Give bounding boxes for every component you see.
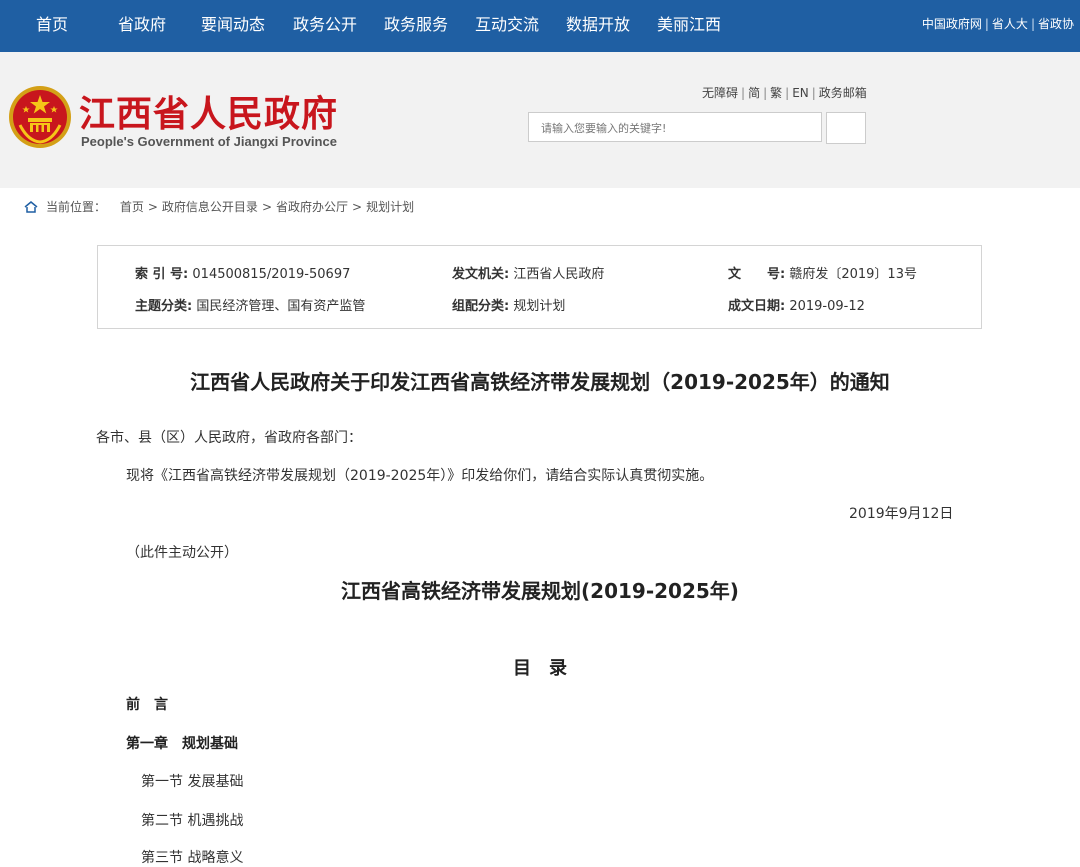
nav-gov-affairs-open[interactable]: 政务公开 <box>293 0 357 52</box>
salutation: 各市、县（区）人民政府，省政府各部门： <box>96 430 362 446</box>
meta-topic-label: 主题分类: <box>135 299 193 314</box>
article-title: 江西省人民政府关于印发江西省高铁经济带发展规划（2019-2025年）的通知 <box>190 370 890 394</box>
document-metadata: 索 引 号: 014500815/2019-50697 发文机关: 江西省人民政… <box>97 245 982 329</box>
breadcrumb: 当前位置： 首页 > 政府信息公开目录 > 省政府办公厅 > 规划计划 <box>24 198 414 215</box>
meta-category: 组配分类: 规划计划 <box>452 295 565 314</box>
divider: | <box>785 86 790 100</box>
breadcrumb-general-office[interactable]: 省政府办公厅 <box>276 200 348 214</box>
issue-date: 2019年9月12日 <box>849 506 954 522</box>
breadcrumb-separator: > <box>261 200 272 214</box>
divider: | <box>984 17 989 31</box>
public-note: （此件主动公开） <box>126 545 238 561</box>
divider: | <box>741 86 746 100</box>
link-provincial-congress[interactable]: 省人大 <box>992 17 1028 31</box>
meta-topic-value: 国民经济管理、国有资产监管 <box>196 299 366 314</box>
toc-item-section1[interactable]: 第一节 发展基础 <box>141 771 243 791</box>
toc-item-preface[interactable]: 前 言 <box>126 694 168 714</box>
meta-issuer: 发文机关: 江西省人民政府 <box>452 263 604 282</box>
link-english[interactable]: EN <box>792 86 809 100</box>
meta-issuer-label: 发文机关: <box>452 267 510 282</box>
meta-date-label: 成文日期: <box>728 299 786 314</box>
nav-provincial-gov[interactable]: 省政府 <box>118 0 166 52</box>
body-paragraph: 现将《江西省高铁经济带发展规划（2019-2025年）》印发给你们，请结合实际认… <box>126 468 714 484</box>
breadcrumb-home[interactable]: 首页 <box>120 200 144 214</box>
meta-date: 成文日期: 2019-09-12 <box>728 295 865 314</box>
meta-date-value: 2019-09-12 <box>789 299 865 314</box>
home-icon <box>24 201 38 213</box>
national-emblem-icon <box>9 86 71 148</box>
site-header: 江西省人民政府 People's Government of Jiangxi P… <box>0 52 1080 188</box>
meta-category-value: 规划计划 <box>513 299 566 314</box>
meta-docno-value: 赣府发〔2019〕13号 <box>789 267 917 282</box>
site-title[interactable]: 江西省人民政府 <box>79 85 338 137</box>
plan-title: 江西省高铁经济带发展规划(2019-2025年) <box>341 579 739 603</box>
divider: | <box>811 86 816 100</box>
search-input[interactable] <box>539 113 815 143</box>
breadcrumb-separator: > <box>147 200 158 214</box>
toc-item-section3[interactable]: 第三节 战略意义 <box>141 847 243 867</box>
nav-beautiful-jiangxi[interactable]: 美丽江西 <box>657 0 721 52</box>
nav-open-data[interactable]: 数据开放 <box>566 0 630 52</box>
search-button[interactable] <box>826 112 866 144</box>
divider: | <box>1030 17 1035 31</box>
external-links: 中国政府网 | 省人大 | 省政协 <box>922 0 1074 52</box>
link-simplified[interactable]: 简 <box>748 86 760 100</box>
toc-title: 目 录 <box>513 658 567 679</box>
divider: | <box>763 86 768 100</box>
breadcrumb-label: 当前位置： <box>46 200 107 214</box>
meta-issuer-value: 江西省人民政府 <box>513 267 605 282</box>
link-gov-mailbox[interactable]: 政务邮箱 <box>819 86 867 100</box>
site-subtitle: People's Government of Jiangxi Province <box>81 134 337 149</box>
nav-interaction[interactable]: 互动交流 <box>475 0 539 52</box>
toc-item-section2[interactable]: 第二节 机遇挑战 <box>141 810 243 830</box>
nav-home[interactable]: 首页 <box>36 0 68 52</box>
meta-docno-label: 文 号: <box>728 267 786 282</box>
link-china-gov[interactable]: 中国政府网 <box>922 17 982 31</box>
top-navigation: 首页 省政府 要闻动态 政务公开 政务服务 互动交流 数据开放 美丽江西 中国政… <box>0 0 1080 52</box>
utility-links: 无障碍 | 简 | 繁 | EN | 政务邮箱 <box>702 84 867 101</box>
toc-item-chapter1[interactable]: 第一章 规划基础 <box>126 733 238 753</box>
nav-news[interactable]: 要闻动态 <box>201 0 265 52</box>
link-traditional[interactable]: 繁 <box>770 86 782 100</box>
link-accessibility[interactable]: 无障碍 <box>702 86 738 100</box>
meta-category-label: 组配分类: <box>452 299 510 314</box>
meta-topic: 主题分类: 国民经济管理、国有资产监管 <box>135 295 365 314</box>
breadcrumb-info-catalog[interactable]: 政府信息公开目录 <box>162 200 258 214</box>
nav-gov-services[interactable]: 政务服务 <box>384 0 448 52</box>
link-cppcc[interactable]: 省政协 <box>1038 17 1074 31</box>
meta-index: 索 引 号: 014500815/2019-50697 <box>135 263 350 282</box>
meta-docno: 文 号: 赣府发〔2019〕13号 <box>728 263 917 282</box>
breadcrumb-planning[interactable]: 规划计划 <box>366 200 414 214</box>
meta-index-label: 索 引 号: <box>135 267 189 282</box>
breadcrumb-separator: > <box>352 200 363 214</box>
search-box <box>528 112 822 143</box>
meta-index-value: 014500815/2019-50697 <box>192 267 351 282</box>
